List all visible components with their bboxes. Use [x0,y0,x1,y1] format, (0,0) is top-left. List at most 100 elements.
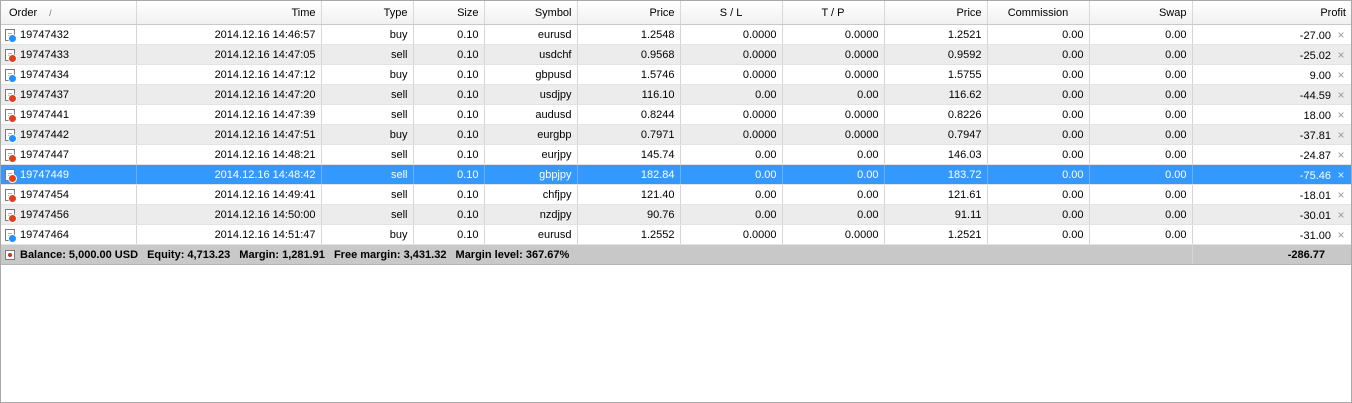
close-order-icon[interactable]: × [1331,28,1351,42]
column-header-price[interactable]: Price [577,1,681,25]
cell-order: 19747454 [1,184,137,205]
order-type-marker-icon [8,93,17,103]
cell-profit: -27.00 × [1192,24,1351,45]
column-header-time[interactable]: Time [136,1,322,25]
order-row[interactable]: 19747454 2014.12.16 14:49:41 sell 0.10 chfjp… [1,184,1351,205]
cell-take-profit: 0.0000 [782,24,885,45]
close-order-icon[interactable]: × [1331,208,1351,222]
order-row[interactable]: 19747456 2014.12.16 14:50:00 sell 0.10 nzdjp… [1,204,1351,225]
cell-order: 19747437 [1,84,137,105]
account-summary-row[interactable]: Balance: 5,000.00 USD Equity: 4,713.23 M… [1,244,1351,265]
cell-open-price: 0.9568 [577,44,681,65]
cell-swap: 0.00 [1089,104,1193,125]
close-order-icon[interactable]: × [1331,68,1351,82]
cell-swap: 0.00 [1089,44,1193,65]
cell-current-price: 0.9592 [884,44,988,65]
column-header-current-price[interactable]: Price [884,1,988,25]
cell-commission: 0.00 [987,204,1090,225]
column-header-swap[interactable]: Swap [1089,1,1193,25]
close-order-icon[interactable]: × [1331,228,1351,242]
cell-order: 19747432 [1,24,137,45]
order-type-marker-icon [8,73,17,83]
cell-open-price: 90.76 [577,204,681,225]
cell-type: sell [321,204,414,225]
close-order-icon[interactable]: × [1331,48,1351,62]
order-number: 19747441 [20,108,69,121]
cell-size: 0.10 [413,64,485,85]
profit-value: -25.02 [1299,49,1331,62]
orders-table: Order / Time Type Size Symbol Price S / L… [1,1,1351,265]
order-row[interactable]: 19747449 2014.12.16 14:48:42 sell 0.10 gbpjp… [1,164,1351,185]
column-header-type[interactable]: Type [321,1,414,25]
cell-profit: -25.02 × [1192,44,1351,65]
order-type-marker-icon [8,233,17,243]
order-number: 19747433 [20,48,69,61]
cell-order: 19747442 [1,124,137,145]
cell-open-price: 182.84 [577,164,681,185]
column-header-symbol[interactable]: Symbol [484,1,578,25]
cell-open-price: 0.7971 [577,124,681,145]
cell-current-price: 91.11 [884,204,988,225]
order-type-marker-icon [8,213,17,223]
column-header-size[interactable]: Size [413,1,485,25]
sell-order-icon [5,88,17,103]
cell-order: 19747456 [1,204,137,225]
cell-commission: 0.00 [987,224,1090,245]
order-row[interactable]: 19747442 2014.12.16 14:47:51 buy 0.10 eurgbp… [1,124,1351,145]
order-row[interactable]: 19747464 2014.12.16 14:51:47 buy 0.10 eurusd… [1,224,1351,245]
profit-value: 9.00 [1309,69,1331,82]
close-order-icon[interactable]: × [1331,188,1351,202]
close-order-icon[interactable]: × [1331,108,1351,122]
cell-commission: 0.00 [987,84,1090,105]
cell-commission: 0.00 [987,64,1090,85]
total-profit-value: -286.77 [1192,244,1351,265]
column-header-take-profit[interactable]: T / P [782,1,885,25]
order-row[interactable]: 19747434 2014.12.16 14:47:12 buy 0.10 gbpusd… [1,64,1351,85]
balance-text: Balance: 5,000.00 USD [20,248,139,261]
cell-size: 0.10 [413,84,485,105]
order-type-marker-icon [8,53,17,63]
cell-open-price: 1.2548 [577,24,681,45]
cell-take-profit: 0.00 [782,204,885,225]
cell-time: 2014.12.16 14:48:42 [136,164,322,185]
cell-commission: 0.00 [987,164,1090,185]
cell-commission: 0.00 [987,24,1090,45]
cell-size: 0.10 [413,184,485,205]
order-row[interactable]: 19747432 2014.12.16 14:46:57 buy 0.10 eurusd… [1,24,1351,45]
order-row[interactable]: 19747441 2014.12.16 14:47:39 sell 0.10 audus… [1,104,1351,125]
cell-profit: 18.00 × [1192,104,1351,125]
close-order-icon[interactable]: × [1331,128,1351,142]
cell-time: 2014.12.16 14:46:57 [136,24,322,45]
cell-profit: -44.59 × [1192,84,1351,105]
cell-time: 2014.12.16 14:47:51 [136,124,322,145]
profit-value: -24.87 [1299,149,1331,162]
cell-current-price: 1.5755 [884,64,988,85]
order-type-marker-icon [8,173,17,183]
profit-value: -30.01 [1299,209,1331,222]
close-order-icon[interactable]: × [1331,148,1351,162]
profit-value: -44.59 [1299,89,1331,102]
order-row[interactable]: 19747433 2014.12.16 14:47:05 sell 0.10 usdch… [1,44,1351,65]
order-number: 19747437 [20,88,69,101]
column-header-stop-loss[interactable]: S / L [680,1,783,25]
cell-symbol: eurgbp [484,124,578,145]
cell-stop-loss: 0.0000 [680,44,783,65]
column-header-commission[interactable]: Commission [987,1,1090,25]
cell-type: buy [321,64,414,85]
order-row[interactable]: 19747437 2014.12.16 14:47:20 sell 0.10 usdjp… [1,84,1351,105]
cell-type: sell [321,84,414,105]
column-header-order[interactable]: Order / [1,1,137,25]
cell-type: sell [321,104,414,125]
cell-time: 2014.12.16 14:47:39 [136,104,322,125]
cell-stop-loss: 0.00 [680,84,783,105]
order-row[interactable]: 19747447 2014.12.16 14:48:21 sell 0.10 eurjp… [1,144,1351,165]
cell-time: 2014.12.16 14:48:21 [136,144,322,165]
cell-symbol: eurjpy [484,144,578,165]
cell-order: 19747441 [1,104,137,125]
sell-order-icon [5,208,17,223]
cell-type: buy [321,24,414,45]
column-header-profit[interactable]: Profit [1192,1,1351,25]
order-number: 19747442 [20,128,69,141]
close-order-icon[interactable]: × [1331,88,1351,102]
close-order-icon[interactable]: × [1331,168,1351,182]
